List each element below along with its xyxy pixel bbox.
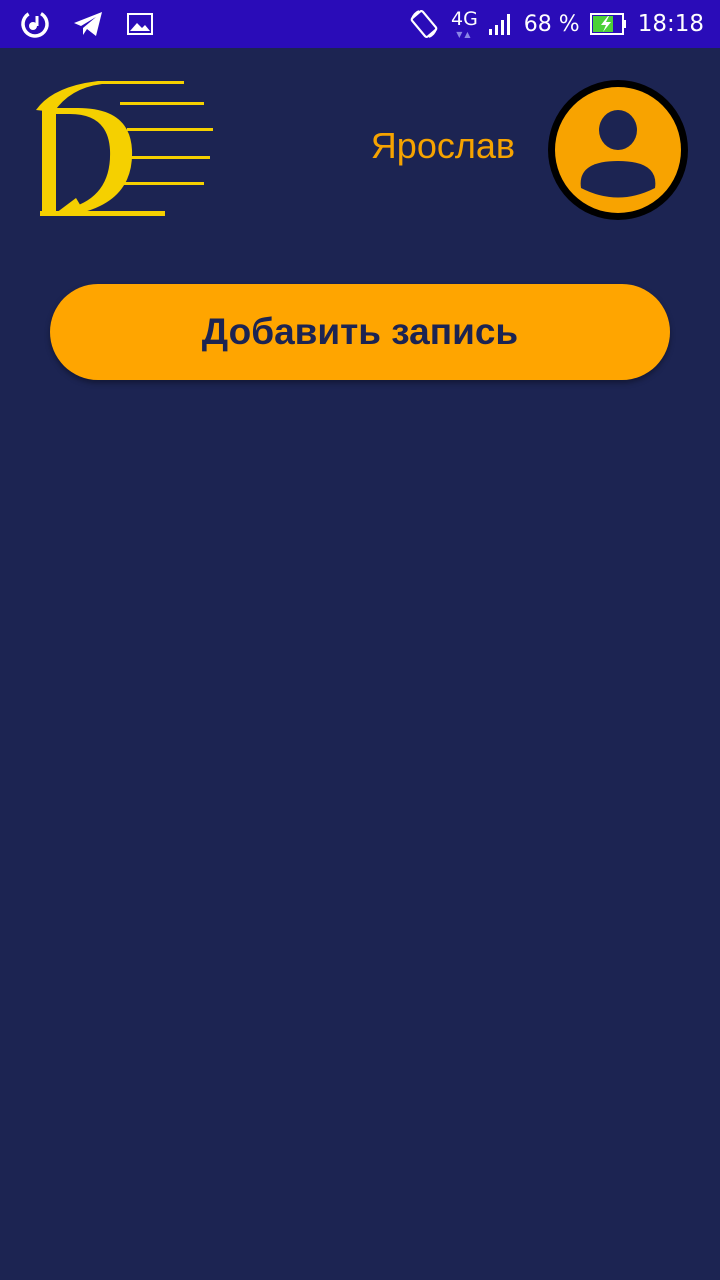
music-app-icon [20,9,50,39]
clock: 18:18 [637,11,704,37]
data-arrows-icon: ▼▲ [456,29,473,39]
notification-icons [20,9,154,39]
network-type: 4G [450,7,478,30]
network-indicator: 4G ▼▲ [450,7,478,39]
status-bar: 4G ▼▲ 68 % 18:18 [0,0,720,48]
add-record-button[interactable]: Добавить запись [50,284,670,380]
rotate-icon [407,7,441,41]
app-logo [36,81,213,216]
user-name: Ярослав [370,125,515,166]
user-avatar-icon [555,87,681,213]
telegram-icon [72,10,104,38]
battery-charging-icon [589,12,628,36]
system-status: 4G ▼▲ 68 % 18:18 [407,7,704,41]
battery-percent: 68 % [523,11,580,37]
app-header: Ярослав [0,48,720,238]
gallery-icon [126,12,154,36]
signal-icon [488,12,514,36]
profile-avatar-button[interactable] [548,80,688,220]
